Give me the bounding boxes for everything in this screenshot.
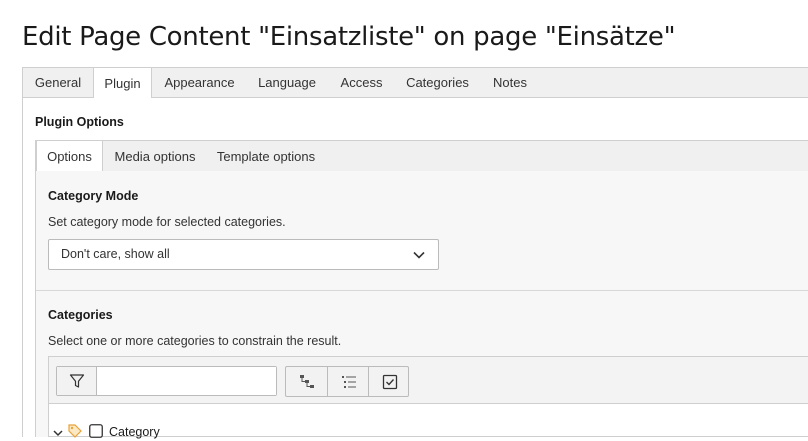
tree-collapse-icon (300, 375, 314, 388)
section-divider (36, 290, 808, 291)
category-checkbox[interactable] (89, 424, 103, 438)
tree-view-button-group (285, 366, 409, 397)
check-all-icon (382, 374, 398, 390)
tab-language[interactable]: Language (246, 68, 328, 98)
tree-filter-group (56, 366, 277, 396)
filter-icon (69, 374, 85, 388)
tab-categories[interactable]: Categories (395, 68, 480, 98)
tab-access[interactable]: Access (328, 68, 395, 98)
tab-notes[interactable]: Notes (480, 68, 540, 98)
tree-filter-input[interactable] (98, 367, 276, 395)
tree-node-category: Category (52, 423, 352, 441)
categories-label: Categories (48, 308, 113, 322)
page-title: Edit Page Content "Einsatzliste" on page… (22, 22, 676, 52)
collapse-tree-button[interactable] (286, 367, 327, 396)
tab-appearance[interactable]: Appearance (153, 68, 246, 98)
filter-addon (57, 367, 97, 395)
plugin-sub-tab-bar: Options Media options Template options (35, 140, 808, 173)
category-mode-description: Set category mode for selected categorie… (48, 215, 286, 229)
plugin-options-heading: Plugin Options (35, 115, 124, 129)
tab-media-options[interactable]: Media options (103, 141, 207, 172)
main-tab-bar: General Plugin Appearance Language Acces… (22, 67, 808, 99)
list-expand-icon (342, 376, 356, 388)
category-mode-select[interactable]: Don't care, show all (48, 239, 439, 270)
tab-general[interactable]: General (23, 68, 93, 98)
expand-list-button[interactable] (327, 367, 368, 396)
categories-description: Select one or more categories to constra… (48, 334, 342, 348)
tab-plugin[interactable]: Plugin (93, 67, 152, 99)
tab-options[interactable]: Options (36, 140, 103, 173)
tab-template-options[interactable]: Template options (207, 141, 325, 172)
category-mode-selected-value: Don't care, show all (61, 247, 170, 261)
toggle-all-button[interactable] (368, 367, 409, 396)
category-mode-label: Category Mode (48, 189, 139, 203)
chevron-down-icon[interactable] (52, 427, 64, 439)
chevron-down-icon (413, 251, 425, 259)
